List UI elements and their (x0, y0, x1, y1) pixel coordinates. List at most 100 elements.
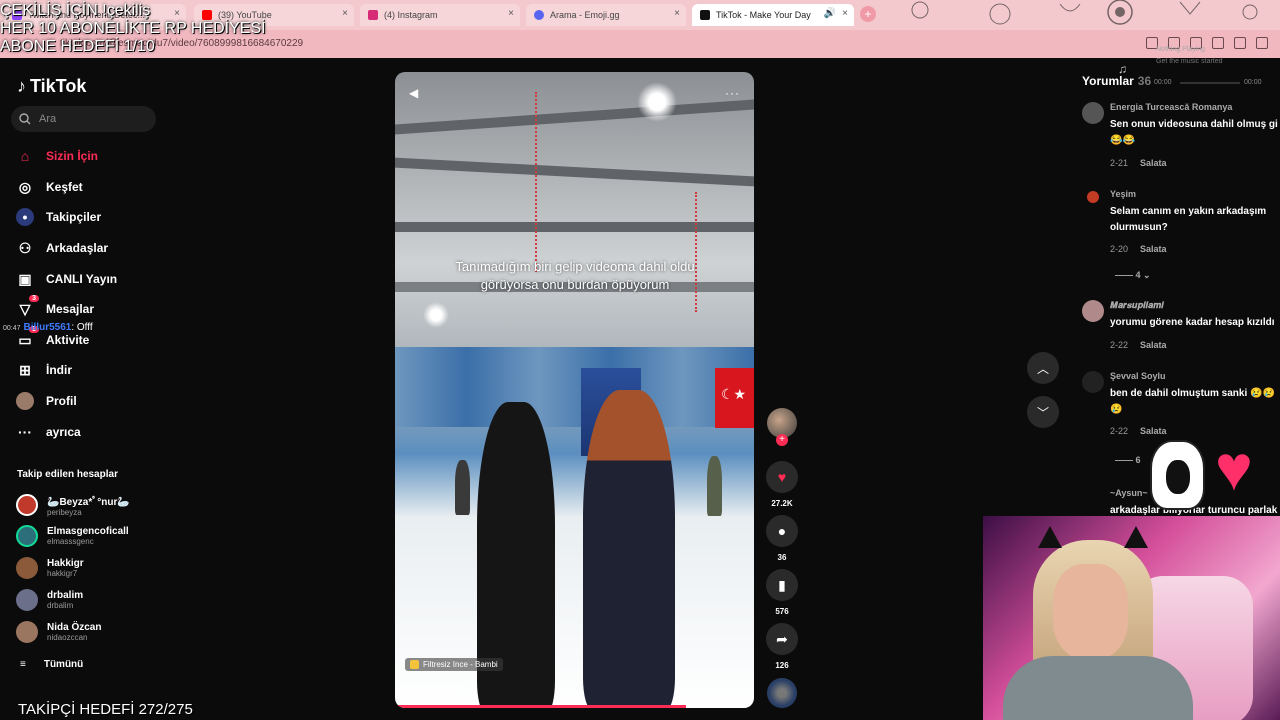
volume-icon[interactable]: ◀ (409, 86, 418, 100)
reply-button[interactable]: Salata (1140, 426, 1167, 436)
tab-label: Arama - Emoji.gg (550, 10, 620, 20)
avatar (16, 557, 38, 579)
comment-text: Sen onun videosuna dahil olmuş gi (1110, 119, 1278, 130)
reply-count: 4 (1135, 270, 1141, 280)
now-playing-subtitle: Get the music started (1156, 58, 1223, 65)
account-handle: drbalim (47, 601, 74, 610)
flag-garland (535, 92, 537, 272)
chat-text: : Offf (71, 322, 93, 333)
nav-item-for-you[interactable]: ⌂ Sizin İçin (16, 145, 98, 167)
logo-text: TikTok (30, 76, 87, 96)
chat-timestamp: 00:47 (3, 325, 21, 332)
tab-tiktok[interactable]: TikTok - Make Your Day 🔊 × (692, 4, 854, 26)
save-button[interactable]: ▮ 576 (766, 569, 798, 616)
music-chip[interactable]: Filtresiz Ince - Bambi (405, 658, 503, 671)
tiktok-logo[interactable]: ♪ TikTok (17, 76, 86, 97)
nav-label: CANLI Yayın (46, 272, 118, 286)
avatar[interactable] (1082, 371, 1104, 393)
share-count: 126 (775, 661, 789, 670)
emoji-gg-icon (534, 10, 544, 20)
nav-item-friends[interactable]: ⚇ Arkadaşlar (16, 237, 108, 259)
nav-label: Aktivite (46, 333, 90, 347)
download-icon[interactable] (1234, 37, 1246, 49)
skater-right (583, 390, 675, 708)
puzzle-icon[interactable] (1212, 37, 1224, 49)
comment-username[interactable]: ~Aysun~ (1110, 488, 1148, 498)
tiktok-icon (700, 10, 710, 20)
streamer-face (1053, 564, 1128, 659)
nav-item-profile[interactable]: Profil (16, 390, 77, 412)
see-all-button[interactable]: ≡ Tümünü (20, 659, 83, 670)
nav-label: Mesajlar (46, 302, 95, 316)
share-button[interactable]: ➦ 126 (766, 623, 798, 670)
account-handle: hakkigr7 (47, 569, 78, 578)
save-count: 576 (775, 607, 789, 616)
dancing-heart-sticker: ♥ (1215, 432, 1253, 504)
comment-username[interactable]: Şevval Soylu (1110, 371, 1166, 381)
avatar[interactable] (1087, 191, 1099, 203)
nav-item-explore[interactable]: ◎ Keşfet (16, 176, 83, 198)
nav-label: ayrıca (46, 425, 81, 439)
more-options-icon[interactable]: ··· (725, 86, 740, 100)
avatar[interactable] (1082, 102, 1104, 124)
search-input[interactable]: Ara (11, 106, 156, 132)
close-icon[interactable]: × (674, 8, 680, 19)
comment-emoji: 😂😂 (1110, 135, 1135, 146)
previous-video-button[interactable]: ︿ (1027, 352, 1059, 384)
view-replies-button[interactable]: ―― 4 ⌄ (1115, 270, 1151, 281)
menu-icon[interactable] (1256, 37, 1268, 49)
nav-item-followers[interactable]: • Takipçiler (16, 206, 101, 228)
video-player[interactable]: ◀ ··· Tanımadığım biri gelip videoma dah… (395, 72, 754, 708)
reply-button[interactable]: Salata (1140, 340, 1167, 350)
instagram-icon (368, 10, 378, 20)
messages-icon: ▽ 3 (16, 295, 39, 318)
share-icon: ➦ (766, 623, 798, 655)
close-icon[interactable]: × (342, 8, 348, 19)
following-accounts-title: Takip edilen hesaplar (17, 469, 118, 480)
comment-username[interactable]: 𝑴𝒂𝒓𝒔𝒖𝒑𝒊𝒍𝒂𝒎𝒊 (1110, 300, 1164, 311)
account-name: Elmasgencoficall (47, 526, 129, 537)
comment-item: Yeşim Selam canım en yakın arkadaşım olu… (1082, 189, 1280, 259)
following-account[interactable]: Elmasgencoficall elmasssgenc (16, 525, 129, 547)
following-account[interactable]: Hakkigr hakkigr7 (16, 557, 84, 579)
comment-button[interactable]: ● 36 (766, 515, 798, 562)
following-account[interactable]: 🦢Beyza*ﾟ°nur🦢 peribeyza (16, 493, 130, 517)
follow-plus-button[interactable]: + (776, 434, 788, 446)
account-name: drbalim (47, 590, 84, 601)
close-icon[interactable]: × (508, 8, 514, 19)
reply-button[interactable]: Salata (1140, 158, 1167, 168)
tab-instagram[interactable]: (4) Instagram × (360, 4, 520, 26)
close-icon[interactable]: × (842, 8, 848, 19)
nav-label: Profil (46, 394, 77, 408)
comment-date: 2-22 (1110, 426, 1129, 436)
like-button[interactable]: ♥ 27.2K (766, 461, 798, 508)
comments-title: Yorumlar 36 (1082, 74, 1151, 88)
comment-count: 36 (777, 553, 787, 562)
following-account[interactable]: drbalim drbalim (16, 589, 83, 611)
rink-wall (395, 347, 754, 427)
view-replies-button[interactable]: ―― 6 (1115, 455, 1141, 465)
new-tab-button[interactable]: + (860, 6, 876, 22)
speaker-icon[interactable]: 🔊 (824, 8, 836, 19)
following-account[interactable]: Nida Özcan nidaozccan (16, 621, 101, 643)
ghostface-sticker (1150, 440, 1205, 510)
search-placeholder: Ara (39, 113, 57, 125)
next-video-button[interactable]: ﹀ (1027, 396, 1059, 428)
video-progress-bar[interactable] (395, 705, 754, 708)
ceiling-beam (395, 99, 754, 135)
comment-item: Energia Turcească Romanya Sen onun video… (1082, 102, 1280, 172)
nav-item-live[interactable]: ▣ CANLI Yayın (16, 268, 117, 290)
nav-item-messages[interactable]: ▽ 3 Mesajlar (16, 295, 95, 320)
nav-item-download[interactable]: ⊞ İndir (16, 359, 72, 381)
cat-doodle-background (911, 0, 1258, 25)
music-disc-icon[interactable] (767, 678, 797, 708)
comment-username[interactable]: Energia Turcească Romanya (1110, 102, 1232, 112)
notification-badge: 3 (29, 295, 39, 302)
video-author[interactable]: esmaordu7 (404, 683, 463, 695)
nav-item-more[interactable]: ··· ayrıca (16, 421, 81, 443)
tab-emoji[interactable]: Arama - Emoji.gg × (526, 4, 686, 26)
comment-username[interactable]: Yeşim (1110, 189, 1136, 199)
reply-button[interactable]: Salata (1140, 244, 1167, 254)
overlay-line: ABONE HEDEFİ 1/10 (0, 38, 155, 55)
avatar[interactable] (1082, 300, 1104, 322)
